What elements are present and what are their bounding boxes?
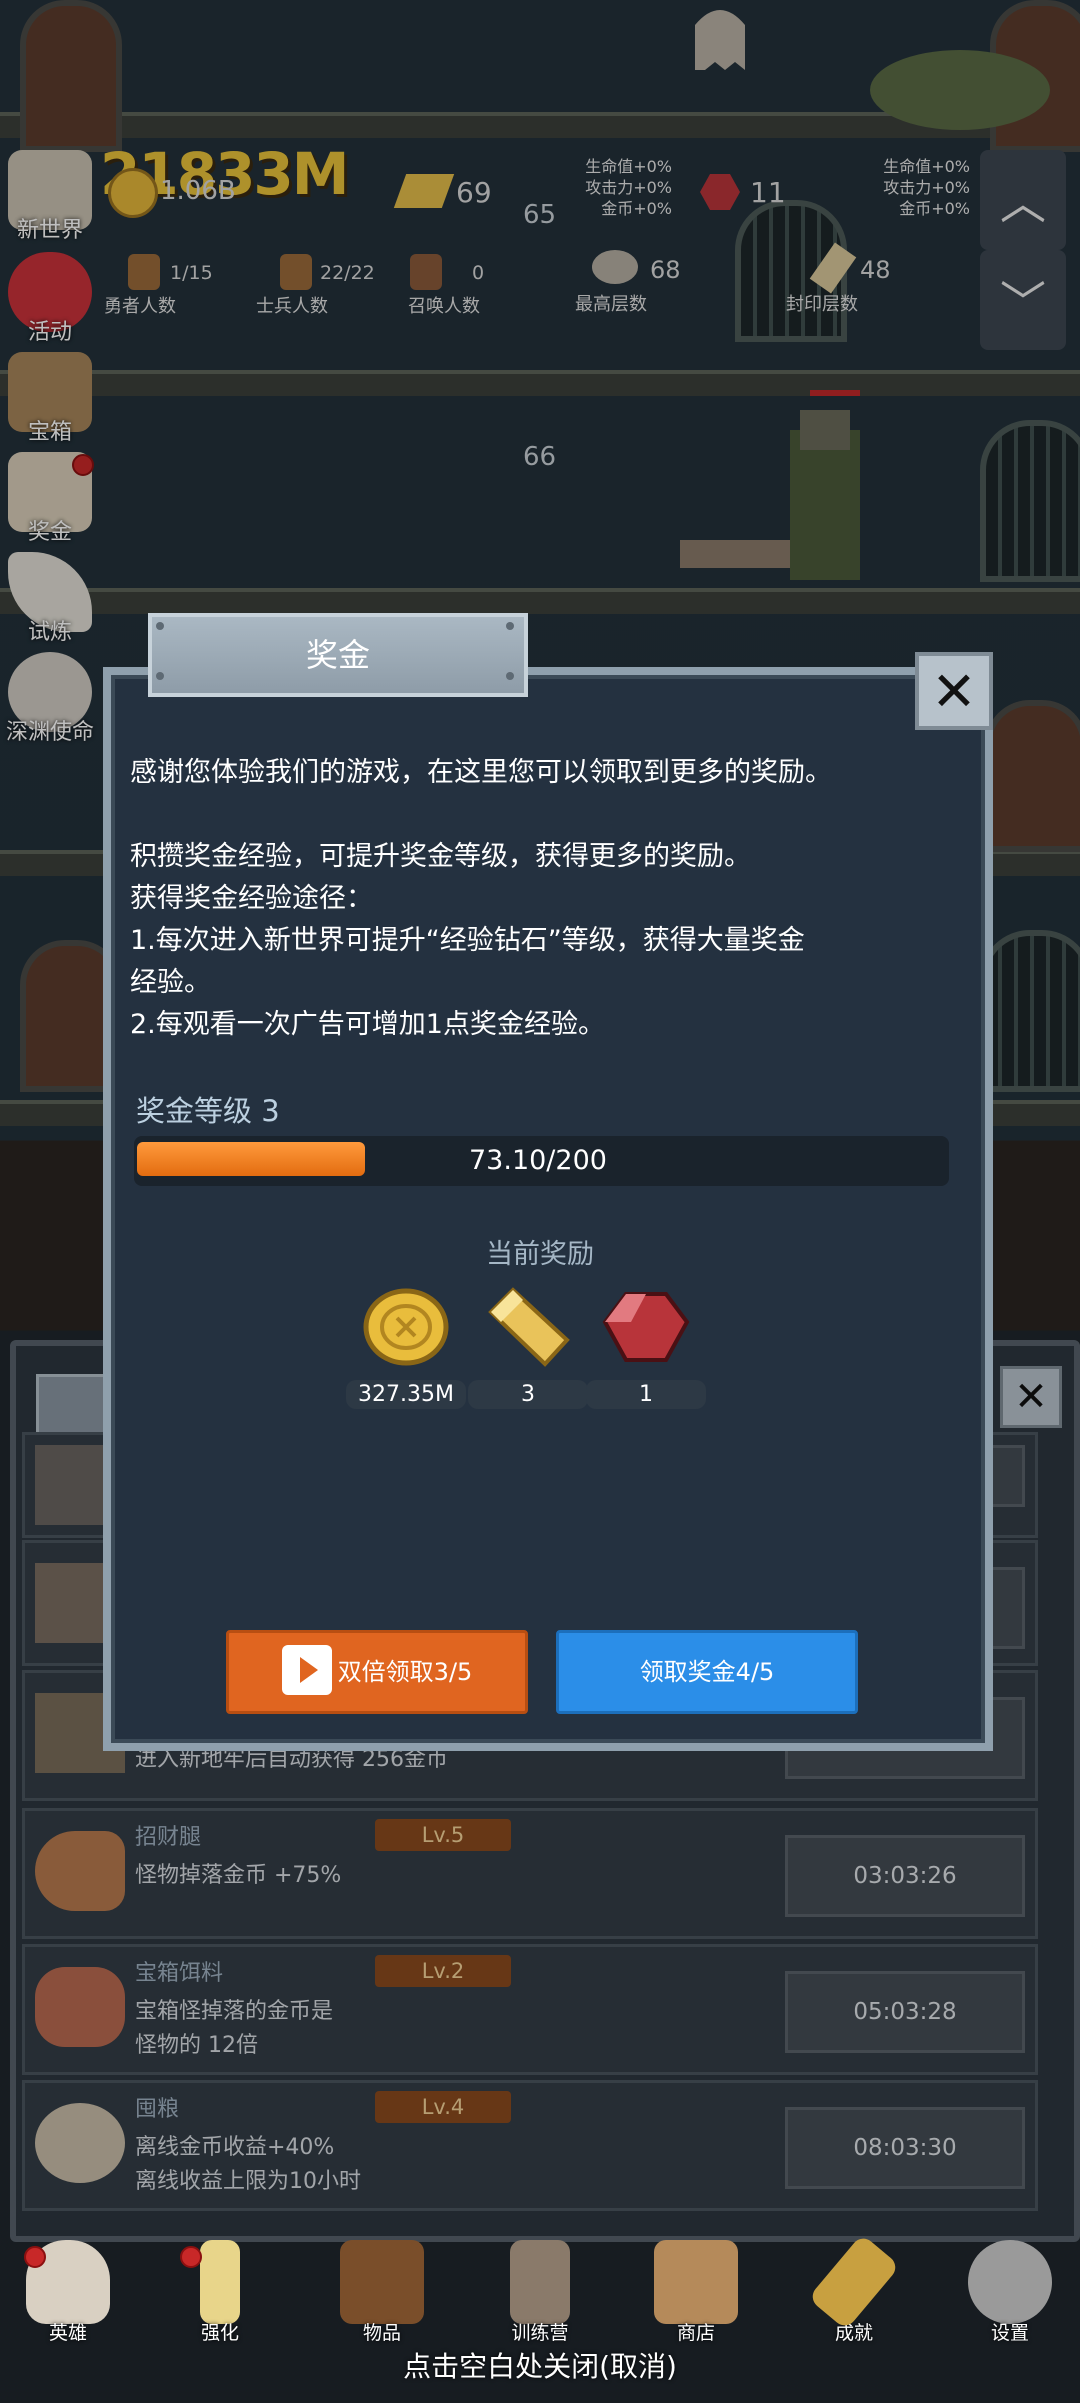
- video-play-icon: [281, 1645, 332, 1695]
- double-claim-button[interactable]: 双倍领取3/5: [226, 1630, 528, 1714]
- nav-shop[interactable]: 商店: [646, 2240, 746, 2345]
- dialog-text-line: 获得奖金经验途径：: [130, 883, 373, 914]
- reward-amount: 1: [586, 1380, 706, 1409]
- notification-dot: [24, 2246, 46, 2268]
- reward-gold: 327.35M: [346, 1282, 466, 1409]
- claim-bonus-label: 领取奖金4/5: [639, 1658, 775, 1686]
- red-gem-icon: [602, 1292, 690, 1362]
- bonus-progress-fill: [137, 1142, 365, 1176]
- nav-label: 商店: [676, 2322, 715, 2344]
- dialog-text-line: 感谢您体验我们的游戏，在这里您可以领取到更多的奖励。: [130, 757, 832, 788]
- nav-achievement[interactable]: 成就: [804, 2233, 904, 2345]
- lantern-icon: [510, 2240, 570, 2324]
- dialog-text-line: 1.每次进入新世界可提升“经验钻石”等级，获得大量奖金: [130, 925, 805, 956]
- key-icon: [807, 2233, 901, 2331]
- bonus-progress-bar: 73.10/200: [134, 1136, 949, 1186]
- gold-coin-icon: [363, 1288, 449, 1366]
- rivet: [506, 672, 514, 680]
- book-icon: [340, 2240, 424, 2324]
- nav-label: 物品: [362, 2322, 401, 2344]
- reward-amount: 327.35M: [346, 1380, 466, 1409]
- double-claim-label: 双倍领取3/5: [337, 1658, 473, 1686]
- nav-training[interactable]: 训练营: [490, 2240, 590, 2345]
- candle-icon: [200, 2240, 240, 2324]
- nav-label: 训练营: [511, 2322, 569, 2344]
- reward-gold-bar: 3: [468, 1282, 588, 1409]
- beer-mug-icon: [654, 2240, 738, 2324]
- claim-bonus-button[interactable]: 领取奖金4/5: [556, 1630, 858, 1714]
- bonus-dialog: [103, 667, 993, 1751]
- nav-label: 设置: [990, 2322, 1029, 2344]
- close-icon: ✕: [931, 659, 977, 723]
- tap-to-close-hint: 点击空白处关闭(取消): [403, 2350, 677, 2383]
- notification-dot: [180, 2246, 202, 2268]
- dialog-text-line: 2.每观看一次广告可增加1点奖金经验。: [130, 1009, 605, 1040]
- nav-label: 成就: [834, 2322, 873, 2344]
- nav-settings[interactable]: 设置: [960, 2240, 1060, 2345]
- nav-items[interactable]: 物品: [332, 2240, 432, 2345]
- bonus-level-label: 奖金等级 3: [136, 1094, 280, 1128]
- dialog-text-line: 经验。: [130, 967, 211, 998]
- dialog-title: 奖金: [148, 613, 528, 697]
- reward-amount: 3: [468, 1380, 588, 1409]
- gold-bar-icon: [488, 1287, 570, 1367]
- dialog-close-button[interactable]: ✕: [915, 652, 993, 730]
- nav-label: 强化: [200, 2322, 239, 2344]
- rivet: [156, 622, 164, 630]
- gear-icon: [968, 2240, 1052, 2324]
- rivet: [156, 672, 164, 680]
- reward-gem: 1: [586, 1282, 706, 1409]
- dialog-text-line: 积攒奖金经验，可提升奖金等级，获得更多的奖励。: [130, 841, 751, 872]
- bonus-progress-text: 73.10/200: [469, 1145, 607, 1176]
- rivet: [506, 622, 514, 630]
- nav-label: 英雄: [48, 2322, 87, 2344]
- current-reward-label: 当前奖励: [486, 1239, 594, 1270]
